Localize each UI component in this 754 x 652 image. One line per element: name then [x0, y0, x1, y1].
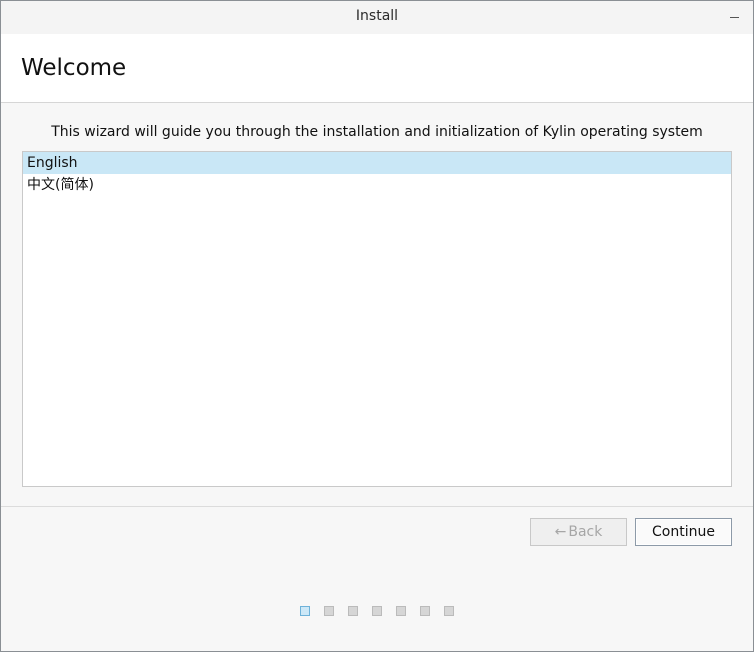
- language-item-english[interactable]: English: [23, 152, 731, 174]
- window-title: Install: [355, 8, 399, 24]
- arrow-left-icon: ←: [554, 524, 567, 540]
- minimize-icon: [730, 17, 739, 18]
- wizard-description: This wizard will guide you through the i…: [51, 124, 703, 140]
- install-window: Install Welcome This wizard will guide y…: [0, 0, 754, 652]
- step-dot-1: [300, 606, 310, 616]
- language-list[interactable]: English 中文(简体): [22, 151, 732, 487]
- page-header: Welcome: [1, 34, 753, 103]
- step-dot-7: [444, 606, 454, 616]
- step-dot-4: [372, 606, 382, 616]
- minimize-button[interactable]: [725, 7, 745, 27]
- step-dot-5: [396, 606, 406, 616]
- title-bar[interactable]: Install: [1, 1, 753, 34]
- back-button[interactable]: ← Back: [530, 518, 627, 546]
- content-area: This wizard will guide you through the i…: [1, 103, 753, 507]
- page-title: Welcome: [21, 55, 127, 81]
- back-button-label: Back: [568, 524, 603, 540]
- step-dot-2: [324, 606, 334, 616]
- continue-button[interactable]: Continue: [635, 518, 732, 546]
- language-item-chinese-simplified[interactable]: 中文(简体): [23, 174, 731, 196]
- step-dot-6: [420, 606, 430, 616]
- step-dot-3: [348, 606, 358, 616]
- footer: ← Back Continue: [1, 507, 753, 651]
